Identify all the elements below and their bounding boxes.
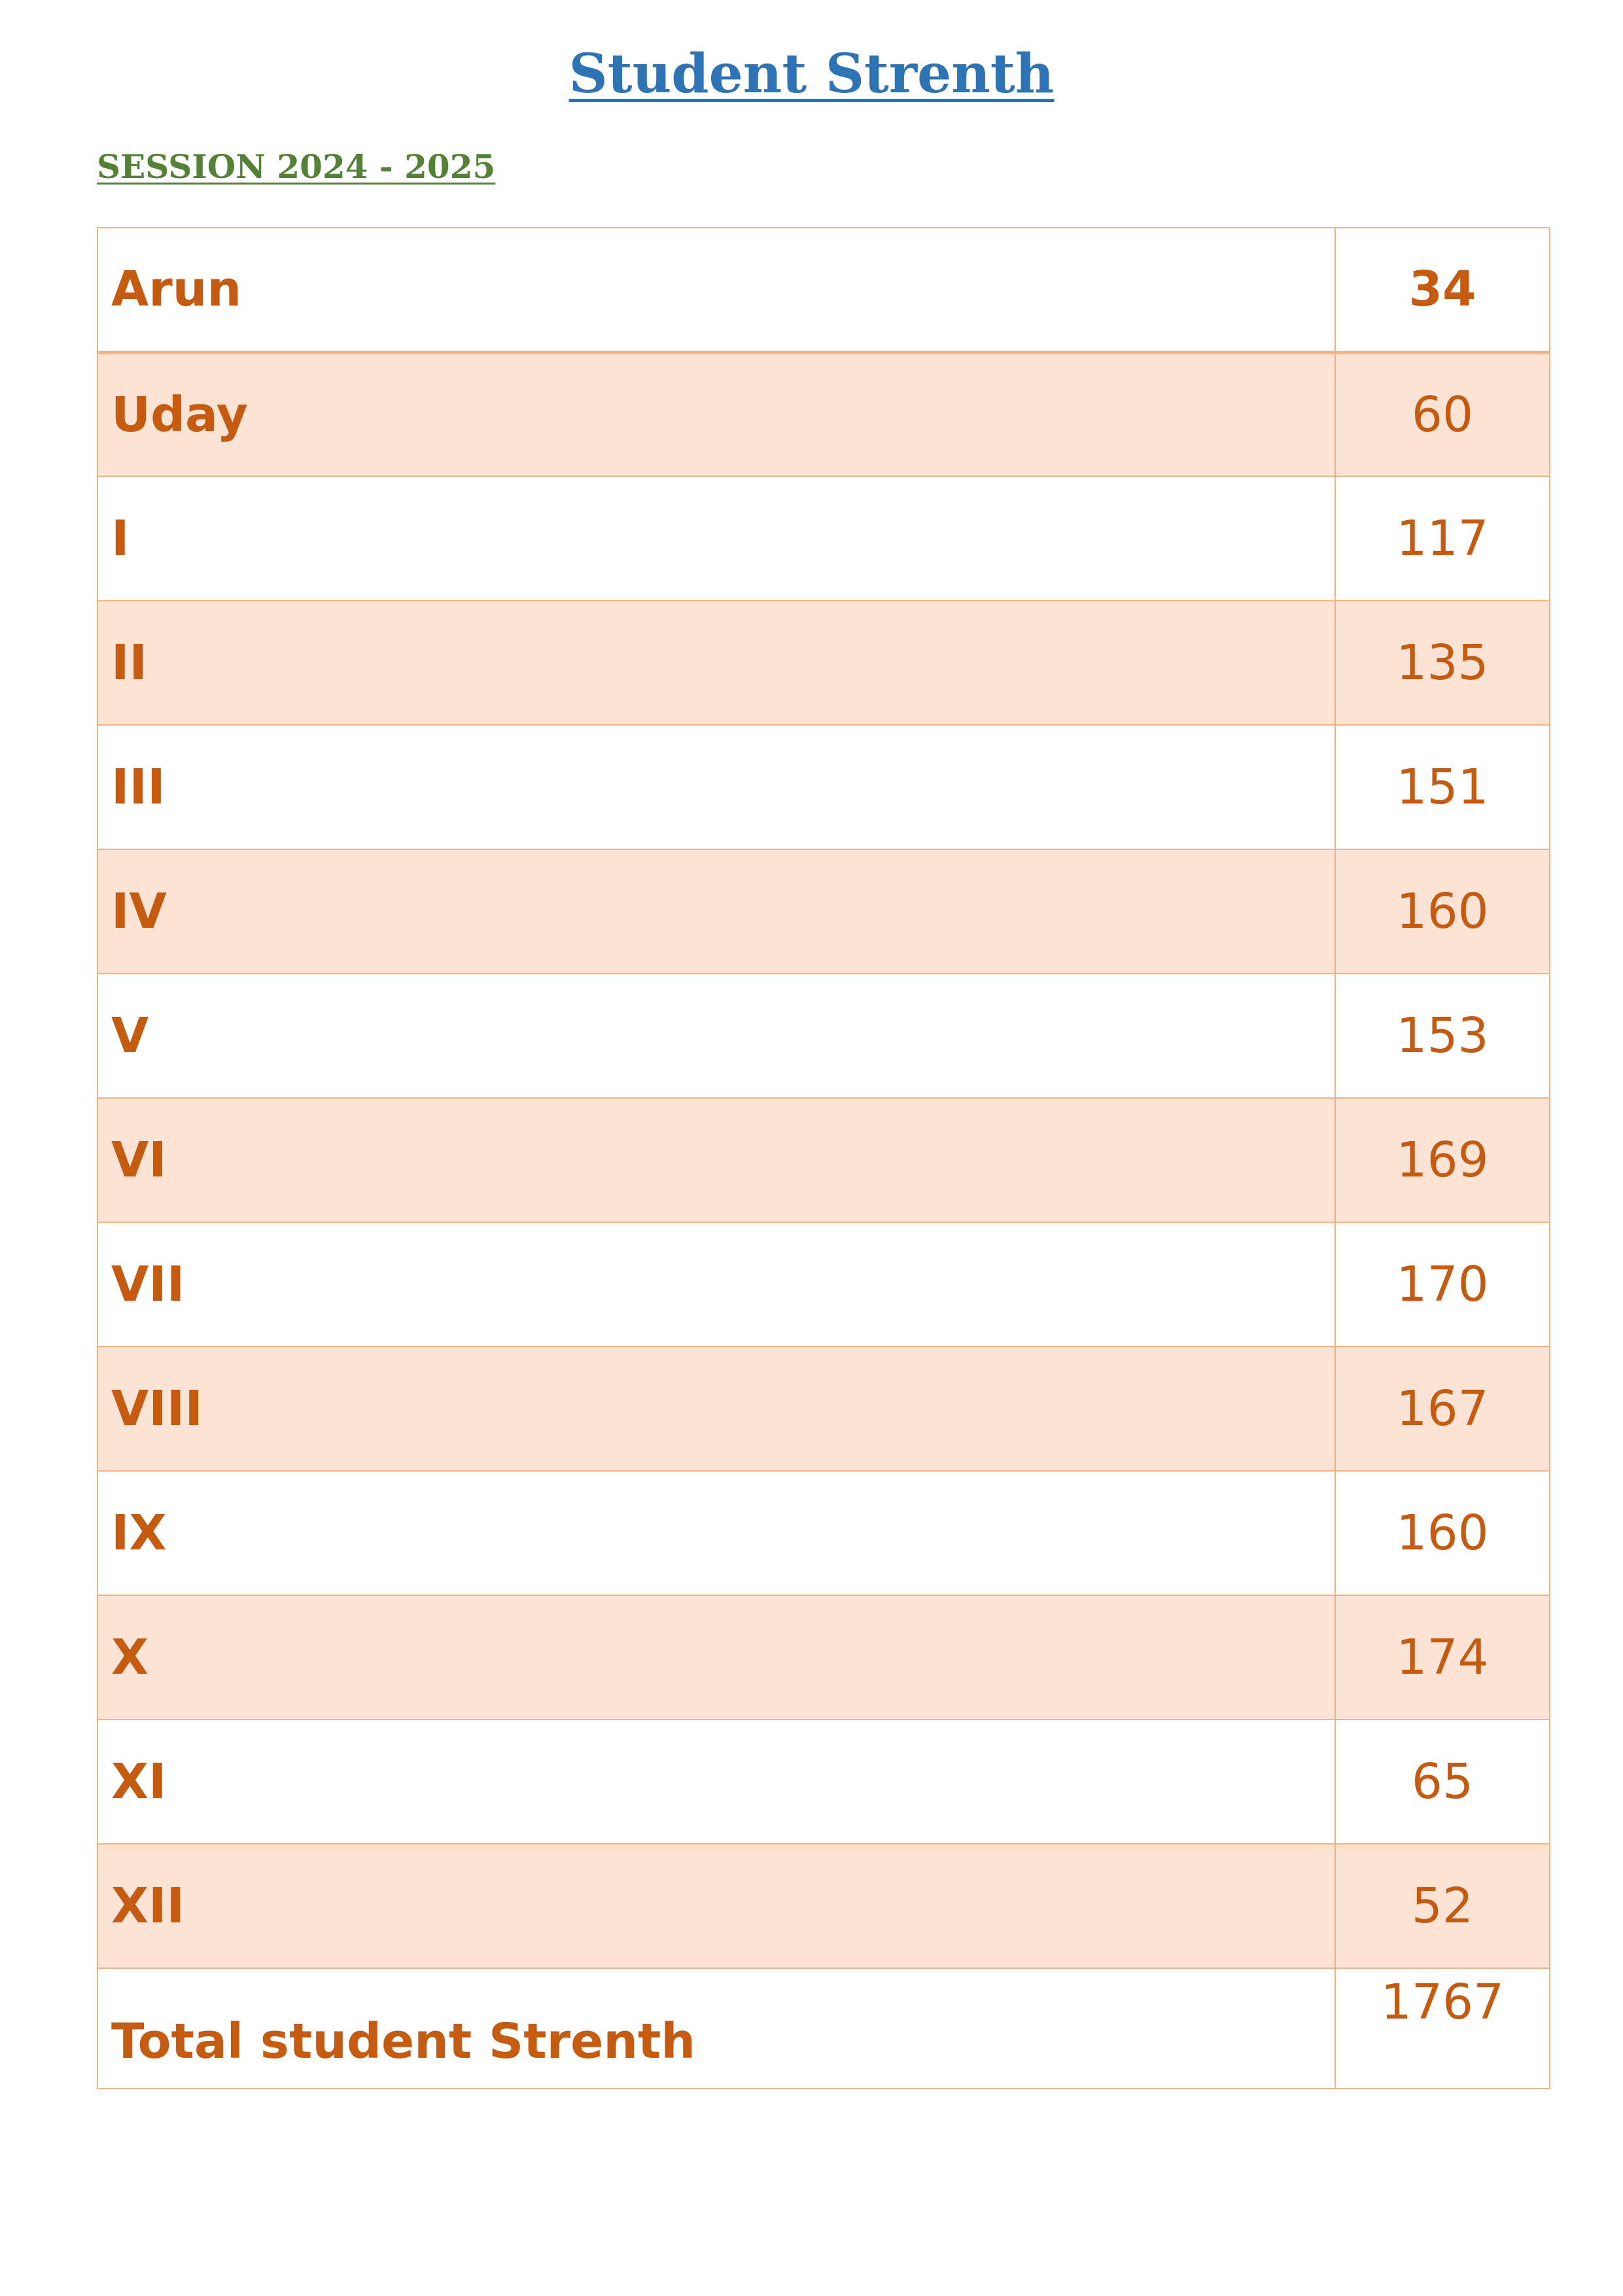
session-heading: SESSION 2024 - 2025 xyxy=(97,147,496,186)
student-count: 160 xyxy=(1335,849,1550,974)
table-row: VII 170 xyxy=(97,1222,1550,1347)
student-count: 65 xyxy=(1335,1719,1550,1845)
table-row: V 153 xyxy=(97,973,1550,1099)
class-label: XI xyxy=(97,1719,1336,1845)
table-row: IV 160 xyxy=(97,849,1550,974)
student-count: 117 xyxy=(1335,476,1550,601)
class-label: VI xyxy=(97,1097,1336,1223)
class-label: V xyxy=(97,973,1336,1099)
table-row: X 174 xyxy=(97,1595,1550,1720)
class-label: II xyxy=(97,600,1336,726)
student-count: 160 xyxy=(1335,1470,1550,1596)
table-row: Arun 34 xyxy=(97,227,1550,354)
class-label: X xyxy=(97,1595,1336,1720)
table-row: II 135 xyxy=(97,600,1550,726)
student-count: 167 xyxy=(1335,1346,1550,1472)
class-label: VIII xyxy=(97,1346,1336,1472)
table-row: XII 52 xyxy=(97,1843,1550,1969)
table-row: VI 169 xyxy=(97,1097,1550,1223)
student-count: 60 xyxy=(1335,351,1550,477)
class-label: III xyxy=(97,724,1336,850)
student-count: 169 xyxy=(1335,1097,1550,1223)
table-row: IX 160 xyxy=(97,1470,1550,1596)
class-label: I xyxy=(97,476,1336,601)
student-count: 174 xyxy=(1335,1595,1550,1720)
page-title: Student Strenth xyxy=(568,43,1055,105)
total-count: 1767 xyxy=(1335,1968,1550,2089)
table-row: I 117 xyxy=(97,476,1550,601)
student-count: 34 xyxy=(1335,227,1550,354)
class-label: Uday xyxy=(97,351,1336,477)
student-strength-table: Arun 34 Uday 60 I 117 II 135 III 151 IV … xyxy=(97,227,1550,2089)
student-count: 170 xyxy=(1335,1222,1550,1347)
total-label: Total student Strenth xyxy=(97,1968,1336,2089)
class-label: VII xyxy=(97,1222,1336,1347)
total-row: Total student Strenth 1767 xyxy=(97,1968,1550,2089)
student-count: 153 xyxy=(1335,973,1550,1099)
table-row: VIII 167 xyxy=(97,1346,1550,1472)
class-label: IX xyxy=(97,1470,1336,1596)
class-label: IV xyxy=(97,849,1336,974)
student-count: 52 xyxy=(1335,1843,1550,1969)
table-row: XI 65 xyxy=(97,1719,1550,1845)
student-count: 151 xyxy=(1335,724,1550,850)
table-row: Uday 60 xyxy=(97,351,1550,477)
class-label: Arun xyxy=(97,227,1336,354)
student-count: 135 xyxy=(1335,600,1550,726)
table-row: III 151 xyxy=(97,724,1550,850)
class-label: XII xyxy=(97,1843,1336,1969)
